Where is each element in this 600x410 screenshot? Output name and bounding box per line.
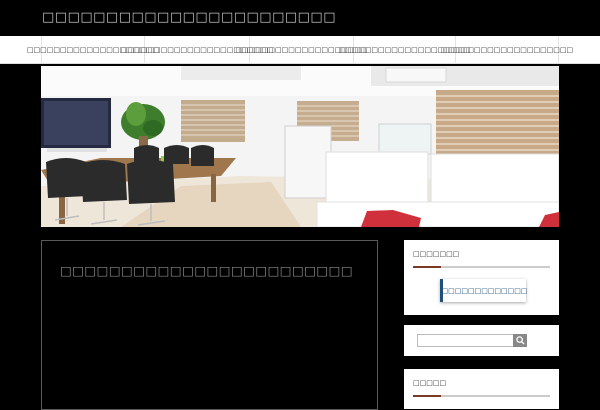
sidebar-widget-3: □□□□□ (404, 369, 559, 409)
site-title[interactable]: □□□□□□□□□□□□□□□□□□□□□□□ (42, 10, 336, 25)
nav-item-2[interactable]: □□□□□□□□□□□□□□□□□□□□□□□ (121, 36, 273, 64)
search-button[interactable] (513, 334, 527, 347)
global-nav: □□□□□□□□□□□□□□□□□□□□ □□□□□□□□□□□□□□□□□□□… (0, 36, 600, 64)
sidebar-link-button[interactable]: □□□□□□□□□□□□□ (440, 279, 528, 302)
widget-title: □□□□□ (413, 379, 447, 387)
nav-item-5[interactable]: □□□□□□□□□□□□□□□□□□□□ (441, 36, 573, 64)
widget-divider (413, 395, 550, 397)
search-icon (515, 336, 525, 345)
nav-list: □□□□□□□□□□□□□□□□□□□□ □□□□□□□□□□□□□□□□□□□… (27, 36, 573, 64)
sidebar-widget-search (404, 325, 559, 356)
page-title: □□□□□□□□□□□□□□□□□□□□□□□□ (60, 263, 354, 278)
search-input[interactable] (417, 334, 514, 347)
office-photo (41, 66, 559, 227)
widget-title: □□□□□□□ (413, 250, 460, 258)
site-header: □□□□□□□□□□□□□□□□□□□□□□□ (0, 0, 600, 36)
widget-divider (413, 266, 550, 268)
main-content: □□□□□□□□□□□□□□□□□□□□□□□□ (41, 240, 378, 410)
sidebar-widget-links: □□□□□□□ □□□□□□□□□□□□□ (404, 240, 559, 315)
hero-image-office (41, 66, 559, 227)
